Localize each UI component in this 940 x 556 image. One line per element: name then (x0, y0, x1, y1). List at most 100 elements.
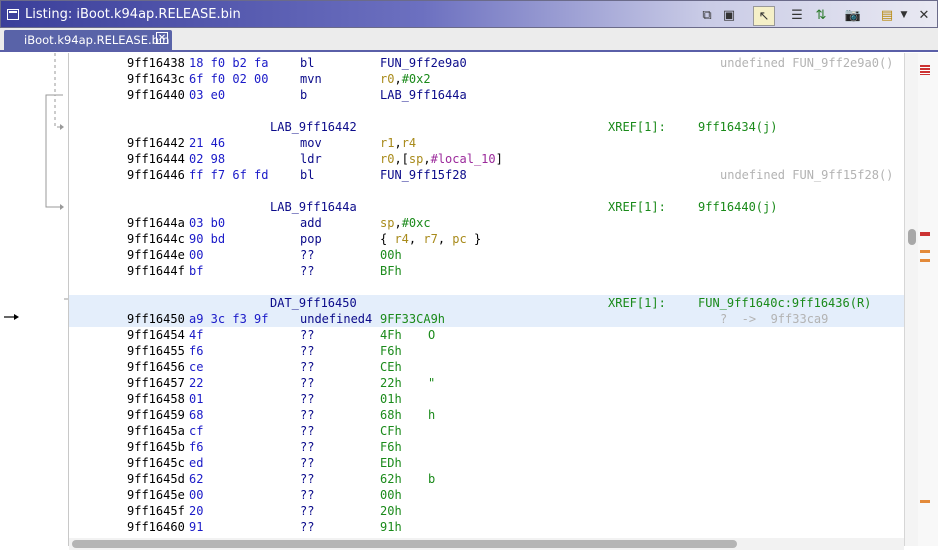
mnemonic: ?? (300, 520, 315, 534)
address: 9ff16458 (127, 392, 185, 406)
overview-marker[interactable] (920, 250, 930, 253)
instruction-row[interactable]: 9ff16457 22?? 22h " (69, 375, 904, 391)
operand[interactable]: 22h (380, 375, 402, 391)
operand[interactable]: 62h (380, 471, 402, 487)
address: 9ff1645c (127, 456, 185, 470)
overview-marker[interactable] (920, 65, 930, 75)
instruction-row[interactable]: 9ff1644a 03 b0 add sp,#0xc (69, 215, 904, 231)
instruction-row[interactable]: 9ff1643c 6f f0 02 00 mvn r0,#0x2 (69, 71, 904, 87)
operand[interactable]: LAB_9ff1644a (380, 87, 467, 103)
bytes: f6 (189, 344, 204, 358)
vertical-scroll-thumb[interactable] (908, 229, 916, 245)
instruction-row[interactable]: 9ff1644c 90 bd pop { r4, r7, pc } (69, 231, 904, 247)
tab-iboot[interactable]: iBoot.k94ap.RELEASE.bin ✕ (4, 30, 172, 50)
horizontal-scrollbar[interactable] (69, 538, 904, 550)
mnemonic: pop (300, 232, 322, 246)
instruction-row[interactable]: 9ff16455 f6?? F6h (69, 343, 904, 359)
mnemonic: ?? (300, 408, 315, 422)
listing-view[interactable]: 9ff16438 18 f0 b2 fa bl FUN_9ff2e9a0 undefin… (69, 53, 904, 538)
operand[interactable]: F6h (380, 343, 402, 359)
instruction-row[interactable]: 9ff16440 03 e0 b LAB_9ff1644a (69, 87, 904, 103)
horizontal-scroll-thumb[interactable] (72, 540, 737, 548)
instruction-row[interactable]: 9ff1645e 00?? 00h (69, 487, 904, 503)
instruction-row[interactable]: 9ff1645f 20?? 20h (69, 503, 904, 519)
operand[interactable]: 68h (380, 407, 402, 423)
operand[interactable]: EDh (380, 455, 402, 471)
instruction-row[interactable]: 9ff16438 18 f0 b2 fa bl FUN_9ff2e9a0 undefin… (69, 55, 904, 71)
instruction-row[interactable]: 9ff16454 4f?? 4Fh O (69, 327, 904, 343)
instruction-row[interactable]: 9ff16459 68?? 68h h (69, 407, 904, 423)
instruction-row[interactable]: 9ff1644e 00?? 00h (69, 247, 904, 263)
instruction-row[interactable]: 9ff16458 01?? 01h (69, 391, 904, 407)
navigation-icon[interactable]: ☰ (787, 6, 807, 24)
operand[interactable]: sp,#0xc (380, 215, 431, 231)
flow-arrows (4, 53, 68, 320)
operand[interactable]: 00h (380, 487, 402, 503)
instruction-row[interactable]: 9ff1645d 62?? 62h b (69, 471, 904, 487)
label-row[interactable]: LAB_9ff1644a XREF[1]: 9ff16440(j) (69, 199, 904, 215)
bytes: 01 (189, 392, 204, 406)
label-row[interactable]: DAT_9ff16450 XREF[1]: FUN_9ff1640c:9ff1643… (69, 295, 904, 311)
tab-label: iBoot.k94ap.RELEASE.bin (24, 33, 170, 47)
copy-icon[interactable]: ⧉ (698, 6, 716, 24)
snapshot-icon[interactable]: 📷 (843, 6, 863, 24)
operand[interactable]: CEh (380, 359, 402, 375)
address: 9ff16438 (127, 56, 185, 70)
operand[interactable]: 4Fh (380, 327, 402, 343)
operand[interactable]: { r4, r7, pc } (380, 231, 481, 247)
overview-marker[interactable] (920, 259, 930, 262)
overview-marker[interactable] (920, 500, 930, 503)
operand[interactable]: BFh (380, 263, 402, 279)
instruction-row[interactable]: 9ff16460 91?? 91h (69, 519, 904, 535)
overview-marker[interactable] (920, 232, 930, 236)
operand[interactable]: 01h (380, 391, 402, 407)
close-icon[interactable]: ✕ (915, 6, 933, 24)
operand[interactable]: FUN_9ff2e9a0 (380, 55, 467, 71)
instruction-row[interactable]: 9ff16456 ce?? CEh (69, 359, 904, 375)
instruction-row[interactable]: 9ff1644f bf?? BFh (69, 263, 904, 279)
operand[interactable]: r1,r4 (380, 135, 416, 151)
operand[interactable]: 20h (380, 503, 402, 519)
xref-target[interactable]: FUN_9ff1640c:9ff16436(R) (698, 295, 871, 311)
operand[interactable]: r0,[sp,#local_10] (380, 151, 503, 167)
bytes: 90 bd (189, 232, 226, 246)
field-config-icon[interactable]: ▤ (877, 6, 897, 24)
instruction-row[interactable]: 9ff1645c ed?? EDh (69, 455, 904, 471)
operand[interactable]: r0,#0x2 (380, 71, 431, 87)
instruction-row[interactable]: 9ff16442 21 46 mov r1,r4 (69, 135, 904, 151)
bytes: 00 (189, 488, 204, 502)
xref-target[interactable]: 9ff16440(j) (698, 199, 777, 215)
mnemonic: ?? (300, 472, 315, 486)
operand[interactable]: 00h (380, 247, 402, 263)
instruction-row[interactable]: 9ff1645b f6?? F6h (69, 439, 904, 455)
vertical-scrollbar[interactable] (904, 53, 919, 546)
label-name[interactable]: LAB_9ff16442 (270, 119, 357, 135)
window-title: Listing: iBoot.k94ap.RELEASE.bin (25, 7, 241, 22)
instruction-row[interactable]: 9ff16446 ff f7 6f fd bl FUN_9ff15f28 undefin… (69, 167, 904, 183)
bytes: 20 (189, 504, 204, 518)
diff-icon[interactable]: ⇅ (811, 6, 831, 24)
instruction-row[interactable]: 9ff16450 a9 3c f3 9f undefined4 9FF33CA9h ? … (69, 311, 904, 327)
operand[interactable]: F6h (380, 439, 402, 455)
tab-close-icon[interactable]: ✕ (156, 32, 168, 44)
label-name[interactable]: LAB_9ff1644a (270, 199, 357, 215)
bytes: 18 f0 b2 fa (189, 56, 269, 70)
bytes: cf (189, 424, 204, 438)
eol-comment: undefined FUN_9ff15f28() (720, 168, 894, 182)
bytes: bf (189, 264, 204, 278)
operand[interactable]: CFh (380, 423, 402, 439)
operand[interactable]: FUN_9ff15f28 (380, 167, 467, 183)
cursor-highlight-icon[interactable]: ↖ (753, 6, 775, 26)
operand[interactable]: 9FF33CA9h (380, 311, 445, 327)
bytes: 02 98 (189, 152, 226, 166)
operand[interactable]: 91h (380, 519, 402, 535)
instruction-row[interactable]: 9ff16444 02 98 ldr r0,[sp,#local_10] (69, 151, 904, 167)
overview-margin (918, 53, 938, 546)
label-name[interactable]: DAT_9ff16450 (270, 295, 357, 311)
xref-target[interactable]: 9ff16434(j) (698, 119, 777, 135)
paste-icon[interactable]: ▣ (720, 6, 738, 24)
dropdown-arrow-icon[interactable]: ▼ (899, 6, 909, 24)
address: 9ff16459 (127, 408, 185, 422)
label-row[interactable]: LAB_9ff16442 XREF[1]: 9ff16434(j) (69, 119, 904, 135)
instruction-row[interactable]: 9ff1645a cf?? CFh (69, 423, 904, 439)
